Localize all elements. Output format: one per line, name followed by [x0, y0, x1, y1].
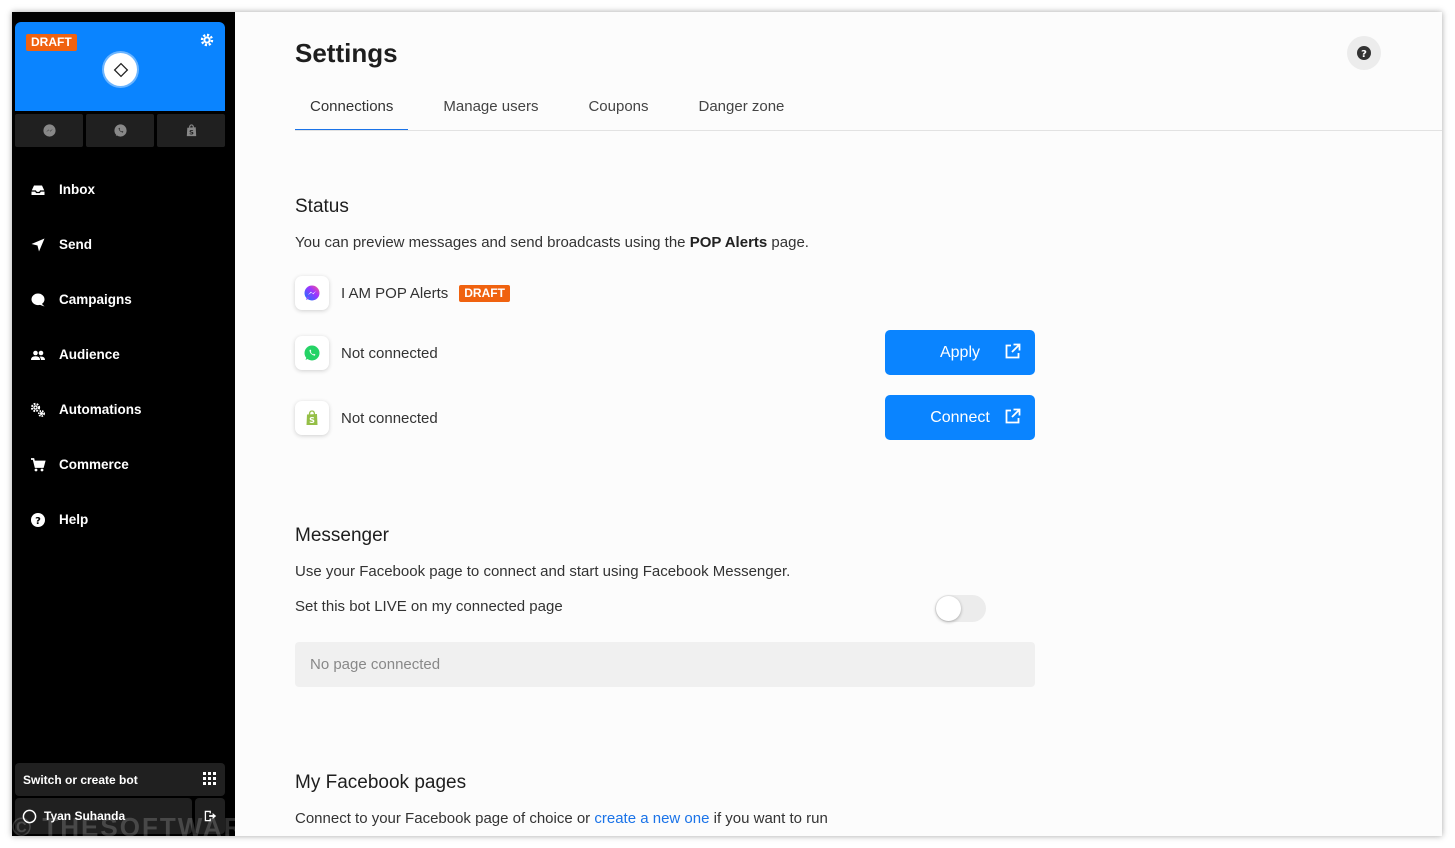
send-icon: [30, 237, 46, 253]
main-content: Settings ? Connections Manage users Coup…: [235, 12, 1442, 836]
user-row: Tyan Suhanda: [15, 798, 225, 834]
user-name: Tyan Suhanda: [44, 809, 126, 823]
grid-icon: [203, 771, 216, 788]
shopify-status-row: S Not connected: [295, 400, 438, 436]
tab-manage-users[interactable]: Manage users: [428, 92, 553, 131]
status-badge: DRAFT: [459, 284, 510, 302]
tab-connections[interactable]: Connections: [295, 92, 409, 131]
svg-text:?: ?: [35, 516, 41, 527]
svg-text:?: ?: [1361, 49, 1367, 60]
shopify-icon: S: [295, 401, 329, 435]
whatsapp-status-row: Not connected: [295, 335, 438, 371]
cart-icon: [30, 457, 46, 473]
connect-button-label: Connect: [930, 408, 990, 426]
whatsapp-icon: [113, 124, 127, 137]
logout-button[interactable]: [195, 798, 225, 834]
toggle-knob: [936, 596, 961, 621]
sidebar-item-campaigns[interactable]: Campaigns: [12, 272, 235, 327]
sidebar-item-audience[interactable]: Audience: [12, 327, 235, 382]
sidebar-item-label: Commerce: [59, 457, 129, 472]
connect-button[interactable]: Connect: [885, 395, 1035, 440]
people-icon: [30, 347, 46, 363]
status-description: You can preview messages and send broadc…: [295, 234, 809, 251]
inbox-icon: [30, 182, 46, 198]
messenger-page-name: I AM POP Alerts: [341, 284, 449, 302]
live-toggle[interactable]: [935, 595, 986, 622]
gears-icon: [30, 402, 46, 418]
messenger-section-title: Messenger: [295, 525, 389, 546]
messenger-icon: [42, 124, 56, 137]
sidebar-nav: Inbox Send Campaigns Audience Automation…: [12, 162, 235, 547]
shopify-bag-icon: S: [186, 124, 196, 137]
sidebar: DRAFT S Inbox Send Campaigns Audience Au…: [12, 12, 353, 836]
sidebar-item-label: Send: [59, 237, 93, 252]
apply-button[interactable]: Apply: [885, 330, 1035, 375]
sidebar-item-label: Help: [59, 512, 89, 527]
shopify-status-label: Not connected: [341, 409, 438, 427]
sidebar-item-commerce[interactable]: Commerce: [12, 437, 235, 492]
chat-bubble-icon: [30, 292, 46, 308]
facebook-pages-description: Connect to your Facebook page of choice …: [295, 810, 828, 827]
whatsapp-channel-tab[interactable]: [86, 114, 154, 147]
external-link-icon: [1004, 343, 1021, 360]
question-icon: ?: [30, 512, 46, 528]
facebook-pages-title: My Facebook pages: [295, 772, 467, 793]
app-window: DRAFT S Inbox Send Campaigns Audience Au…: [12, 12, 1442, 836]
whatsapp-status-label: Not connected: [341, 344, 438, 362]
sidebar-item-help[interactable]: ? Help: [12, 492, 235, 547]
tabs-divider: [295, 130, 1442, 131]
messenger-channel-tab[interactable]: [15, 114, 83, 147]
messenger-status-row: I AM POP Alerts DRAFT: [295, 275, 510, 311]
switch-bot-button[interactable]: Switch or create bot: [15, 763, 225, 796]
settings-tabs: Connections Manage users Coupons Danger …: [295, 92, 819, 131]
tab-danger-zone[interactable]: Danger zone: [684, 92, 800, 131]
logout-icon: [204, 810, 217, 822]
connected-page-field: No page connected: [295, 642, 1035, 687]
help-circle-icon: ?: [1357, 46, 1371, 60]
tab-coupons[interactable]: Coupons: [573, 92, 663, 131]
help-button[interactable]: ?: [1347, 36, 1381, 70]
external-link-icon: [1004, 408, 1021, 425]
live-toggle-label: Set this bot LIVE on my connected page: [295, 598, 563, 615]
svg-text:S: S: [189, 129, 194, 137]
user-menu[interactable]: Tyan Suhanda: [15, 798, 192, 834]
whatsapp-icon: [295, 336, 329, 370]
channel-tabs: S: [15, 114, 225, 147]
sidebar-item-label: Automations: [59, 402, 142, 417]
sidebar-item-send[interactable]: Send: [12, 217, 235, 272]
page-title: Settings: [295, 38, 398, 68]
sidebar-item-label: Inbox: [59, 182, 95, 197]
sidebar-item-label: Audience: [59, 347, 120, 362]
bot-status-badge: DRAFT: [26, 34, 77, 51]
messenger-icon: [295, 276, 329, 310]
svg-text:S: S: [309, 416, 315, 425]
avatar: [22, 809, 37, 824]
bot-card[interactable]: DRAFT: [15, 22, 225, 111]
gear-icon[interactable]: [199, 32, 215, 48]
status-section-title: Status: [295, 196, 349, 217]
sidebar-item-inbox[interactable]: Inbox: [12, 162, 235, 217]
messenger-description: Use your Facebook page to connect and st…: [295, 563, 791, 580]
create-page-link[interactable]: create a new one: [594, 810, 709, 827]
switch-bot-label: Switch or create bot: [23, 772, 138, 787]
shopify-channel-tab[interactable]: S: [157, 114, 225, 147]
bot-diamond-icon: [113, 62, 128, 77]
apply-button-label: Apply: [939, 343, 981, 361]
bot-avatar: [104, 53, 137, 86]
sidebar-item-automations[interactable]: Automations: [12, 382, 235, 437]
sidebar-item-label: Campaigns: [59, 292, 132, 307]
